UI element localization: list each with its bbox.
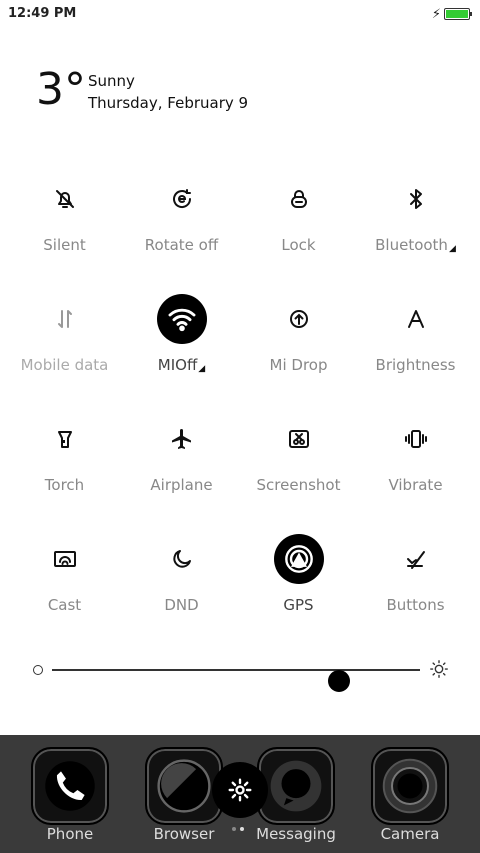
wifi-icon bbox=[156, 294, 207, 344]
toggle-label: Vibrate bbox=[388, 476, 443, 494]
airplane-icon bbox=[157, 414, 207, 464]
settings-button[interactable] bbox=[212, 762, 268, 818]
page-dot-active bbox=[240, 827, 244, 831]
weather-date: Thursday, February 9 bbox=[88, 94, 249, 112]
auto-brightness-icon bbox=[391, 294, 441, 344]
app-label: Camera bbox=[380, 825, 440, 843]
app-phone[interactable]: Phone bbox=[30, 747, 110, 843]
toggle-torch[interactable]: Torch bbox=[6, 400, 123, 520]
toggle-label: Mi Drop bbox=[269, 356, 328, 374]
screenshot-icon bbox=[274, 414, 324, 464]
mobile-data-icon bbox=[40, 294, 90, 344]
toggle-label: Bluetooth◢ bbox=[375, 236, 456, 254]
brightness-slider[interactable] bbox=[30, 658, 450, 692]
app-camera[interactable]: Camera bbox=[370, 747, 450, 843]
bolt-icon: ⚡ bbox=[431, 6, 441, 22]
camera-icon bbox=[371, 747, 449, 825]
toggle-screenshot[interactable]: Screenshot bbox=[240, 400, 357, 520]
gear-icon bbox=[228, 778, 252, 802]
page-dot bbox=[232, 827, 236, 831]
quick-toggles-grid: Silent Rotate off Lock Bluetooth◢ Mobile… bbox=[6, 160, 474, 640]
brightness-thumb[interactable] bbox=[328, 670, 351, 692]
app-label: Browser bbox=[153, 825, 215, 843]
toggle-label: Rotate off bbox=[144, 236, 219, 254]
toggle-lock[interactable]: Lock bbox=[240, 160, 357, 280]
toggle-label: Lock bbox=[281, 236, 316, 254]
rotate-lock-icon bbox=[157, 174, 207, 224]
toggle-airplane[interactable]: Airplane bbox=[123, 400, 240, 520]
toggle-label: DND bbox=[164, 596, 199, 614]
torch-icon bbox=[40, 414, 90, 464]
corner-arrow-icon: ◢ bbox=[198, 364, 206, 374]
weather-condition: Sunny bbox=[88, 72, 135, 90]
brightness-track[interactable] bbox=[52, 669, 420, 692]
toggle-gps[interactable]: GPS bbox=[240, 520, 357, 640]
toggle-label: Mobile data bbox=[20, 356, 109, 374]
toggle-dnd[interactable]: DND bbox=[123, 520, 240, 640]
toggle-label: Airplane bbox=[150, 476, 213, 494]
toggle-label: Buttons bbox=[386, 596, 445, 614]
toggle-vibrate[interactable]: Vibrate bbox=[357, 400, 474, 520]
toggle-label: Silent bbox=[43, 236, 86, 254]
toggle-label: Screenshot bbox=[256, 476, 341, 494]
toggle-cast[interactable]: Cast bbox=[6, 520, 123, 640]
toggle-buttons[interactable]: Buttons bbox=[357, 520, 474, 640]
buttons-off-icon bbox=[391, 534, 441, 584]
status-bar: 12:49 PM ⚡ bbox=[0, 0, 480, 28]
bell-off-icon bbox=[40, 174, 90, 224]
status-icons: ⚡ bbox=[431, 5, 472, 23]
lock-icon bbox=[274, 174, 324, 224]
app-messaging[interactable]: Messaging bbox=[256, 747, 336, 843]
brightness-low-icon bbox=[33, 665, 43, 675]
toggle-label: Brightness bbox=[375, 356, 456, 374]
toggle-brightness[interactable]: Brightness bbox=[357, 280, 474, 400]
app-label: Phone bbox=[46, 825, 94, 843]
sun-icon bbox=[428, 658, 450, 680]
toggle-label: Torch bbox=[44, 476, 85, 494]
toggle-bluetooth[interactable]: Bluetooth◢ bbox=[357, 160, 474, 280]
toggle-mobile-data[interactable]: Mobile data bbox=[6, 280, 123, 400]
moon-icon bbox=[157, 534, 207, 584]
toggle-silent[interactable]: Silent bbox=[6, 160, 123, 280]
toggle-mi-drop[interactable]: Mi Drop bbox=[240, 280, 357, 400]
toggle-rotate[interactable]: Rotate off bbox=[123, 160, 240, 280]
cast-icon bbox=[40, 534, 90, 584]
corner-arrow-icon: ◢ bbox=[448, 244, 456, 254]
page-indicator bbox=[232, 827, 244, 831]
weather-temperature: 3° bbox=[36, 64, 86, 115]
phone-icon bbox=[31, 747, 109, 825]
status-time: 12:49 PM bbox=[8, 6, 77, 21]
toggle-wifi[interactable]: MIOff◢ bbox=[123, 280, 240, 400]
app-label: Messaging bbox=[256, 825, 336, 843]
messaging-icon bbox=[257, 747, 335, 825]
gps-icon bbox=[273, 534, 324, 584]
mi-drop-icon bbox=[274, 294, 324, 344]
battery-icon bbox=[444, 8, 472, 20]
toggle-label: GPS bbox=[283, 596, 314, 614]
vibrate-icon bbox=[391, 414, 441, 464]
bluetooth-icon bbox=[391, 174, 441, 224]
toggle-label: Cast bbox=[47, 596, 82, 614]
toggle-label: MIOff◢ bbox=[157, 356, 206, 374]
